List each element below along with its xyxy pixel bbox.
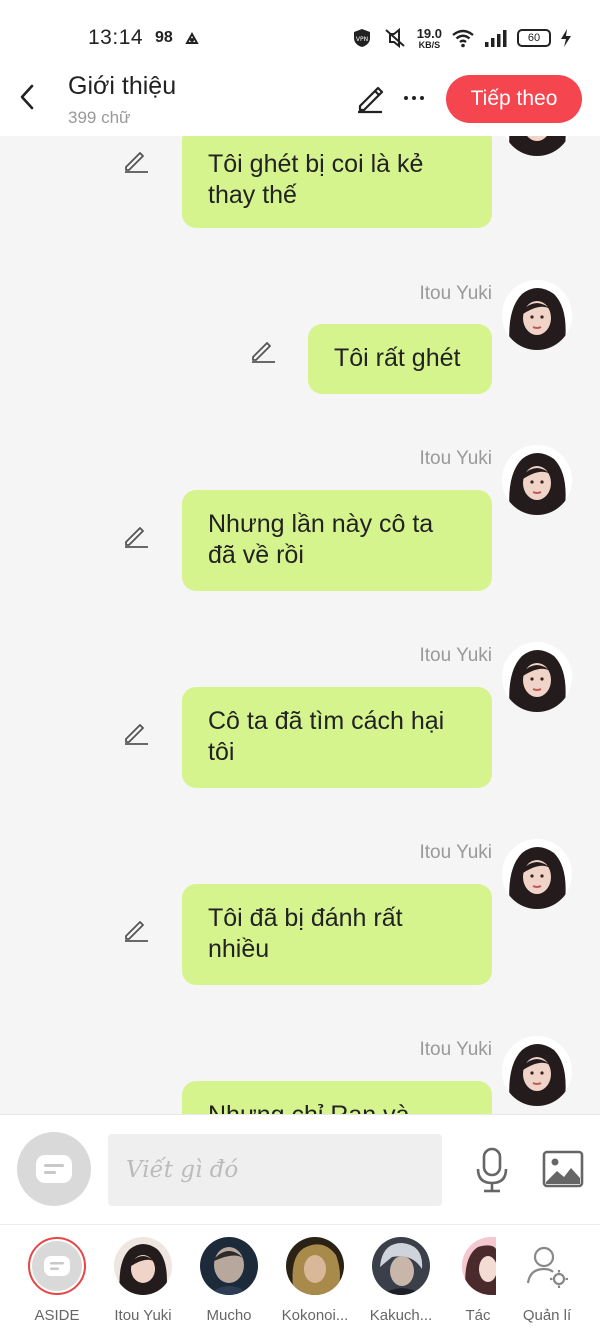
more-dots-icon <box>404 96 408 100</box>
status-time: 13:14 <box>88 26 144 49</box>
net-speed-unit: KB/S <box>418 39 441 50</box>
chat-area[interactable]: Tôi ghét bị coi là kẻ thay thế Itou Yuki… <box>0 136 600 1114</box>
character-kokonoi[interactable]: Kokonoi... <box>272 1237 358 1324</box>
character-label: Kakuch... <box>369 1307 433 1324</box>
character-kakucho[interactable]: Kakuch... <box>358 1237 444 1324</box>
character-itou-yuki[interactable]: Itou Yuki <box>100 1237 186 1324</box>
character-label: Mucho <box>206 1307 252 1324</box>
user-settings-icon <box>526 1246 568 1288</box>
avatar[interactable] <box>502 280 572 350</box>
notification-count: 98 <box>155 29 173 46</box>
app-header: Giới thiệu 399 chữ Tiếp theo <box>0 70 600 136</box>
manage-icon-wrap <box>518 1237 576 1295</box>
message-line: Tôi ghét bị coi là kẻ <box>208 150 424 178</box>
sender-name: Itou Yuki <box>419 645 492 666</box>
pencil-icon <box>358 86 384 114</box>
next-button[interactable]: Tiếp theo <box>446 75 582 123</box>
status-bar: 13:14 98 VPN 19.0 KB/S 60 <box>0 0 600 70</box>
net-speed-value: 19.0 <box>416 25 442 41</box>
character-label: ASIDE <box>34 1307 80 1324</box>
message-bubble[interactable]: Tôi rất ghét <box>308 324 492 394</box>
avatar <box>200 1237 258 1295</box>
sender-name: Itou Yuki <box>419 448 492 469</box>
pencil-icon[interactable] <box>249 336 277 364</box>
avatar[interactable] <box>502 445 572 515</box>
image-icon[interactable] <box>542 1149 584 1189</box>
composer-bar <box>0 1114 600 1224</box>
message-line: Cô ta đã tìm cách hại <box>208 707 445 735</box>
sender-name: Itou Yuki <box>419 1039 492 1060</box>
message-box-icon <box>36 1155 72 1183</box>
character-label: Itou Yuki <box>114 1307 172 1324</box>
avatar[interactable] <box>502 136 572 156</box>
message-line: Nhưng chỉ Ran và <box>208 1100 466 1114</box>
pencil-icon[interactable] <box>122 521 150 549</box>
vpn-icon: VPN <box>353 29 370 47</box>
character-bar: ASIDE Itou Yuki Mucho Kokonoi... Kakuch.… <box>0 1224 600 1333</box>
avatar[interactable] <box>502 839 572 909</box>
character-label: Quản lí <box>522 1307 572 1324</box>
manage-button[interactable]: Quản lí <box>504 1237 590 1324</box>
sender-name: Itou Yuki <box>419 842 492 863</box>
avatar <box>114 1237 172 1295</box>
message-bubble[interactable]: Tôi đã bị đánh rất nhiều <box>182 884 492 985</box>
avatar[interactable] <box>502 642 572 712</box>
pencil-icon[interactable] <box>122 718 150 746</box>
chevron-left-icon <box>20 84 34 110</box>
message-input[interactable] <box>108 1134 442 1206</box>
wifi-icon <box>452 29 474 48</box>
status-indicators: VPN 19.0 KB/S 60 <box>351 24 572 52</box>
avatar <box>372 1237 430 1295</box>
avatar <box>286 1237 344 1295</box>
more-options-button[interactable] <box>400 82 428 114</box>
aside-toggle-button[interactable] <box>17 1132 91 1206</box>
back-button[interactable] <box>12 82 42 112</box>
message-bubble[interactable]: Nhưng chỉ Ran và <box>182 1081 492 1114</box>
word-count: 399 chữ <box>68 108 131 127</box>
message-bubble[interactable]: Nhưng lần này cô ta đã về rồi <box>182 490 492 591</box>
message-line: đã về rồi <box>208 541 304 569</box>
svg-text:VPN: VPN <box>356 36 368 43</box>
character-label: Kokonoi... <box>281 1307 349 1324</box>
aside-avatar <box>28 1237 86 1295</box>
signal-icon <box>485 30 507 47</box>
edit-button[interactable] <box>354 82 386 114</box>
message-line: nhiều <box>208 935 270 963</box>
page-title: Giới thiệu <box>68 72 177 100</box>
avatar <box>462 1237 496 1295</box>
message-line: Tôi đã bị đánh rất <box>208 904 403 932</box>
message-line: Nhưng lần này cô ta <box>208 510 434 538</box>
avatar[interactable] <box>502 1036 572 1106</box>
character-aside[interactable]: ASIDE <box>14 1237 100 1324</box>
mute-icon <box>385 27 405 49</box>
notification-app-icon <box>185 31 199 44</box>
message-line: thay thế <box>208 181 297 209</box>
net-speed: 19.0 KB/S <box>417 27 442 50</box>
battery-indicator: 60 <box>517 29 551 47</box>
pencil-icon[interactable] <box>122 146 150 174</box>
message-line: tôi <box>208 738 235 766</box>
microphone-icon[interactable] <box>474 1147 510 1193</box>
message-bubble[interactable]: Tôi ghét bị coi là kẻ thay thế <box>182 136 492 228</box>
charging-icon <box>561 29 571 47</box>
character-mucho[interactable]: Mucho <box>186 1237 272 1324</box>
sender-name: Itou Yuki <box>419 283 492 304</box>
message-bubble[interactable]: Cô ta đã tìm cách hại tôi <box>182 687 492 788</box>
message-line: Tôi rất ghét <box>334 344 461 372</box>
message-box-icon <box>44 1256 70 1276</box>
pencil-icon[interactable] <box>122 915 150 943</box>
